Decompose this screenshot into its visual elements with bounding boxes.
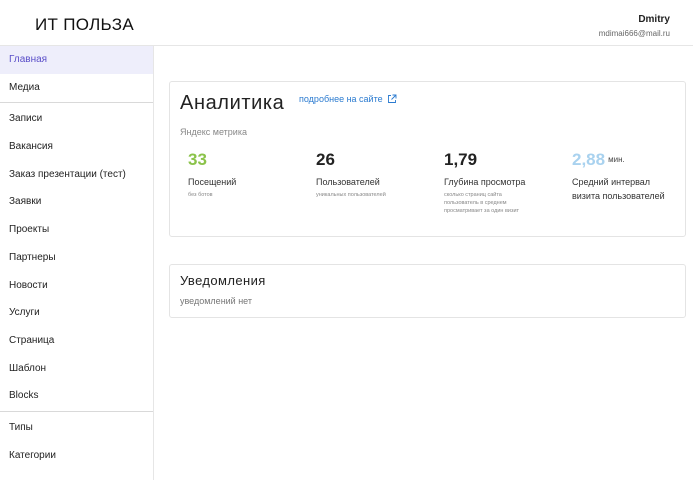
sidebar-item-media[interactable]: Медиа xyxy=(0,74,153,102)
stat-users: 26 Пользователей уникальных пользователе… xyxy=(316,150,436,199)
user-email: mdimai666@mail.ru xyxy=(598,29,670,38)
sidebar-item-types[interactable]: Типы xyxy=(0,414,153,442)
sidebar-item-requests[interactable]: Заявки xyxy=(0,188,153,216)
stat-depth: 1,79 Глубина просмотра сколько страниц с… xyxy=(444,150,536,215)
sidebar-item-template[interactable]: Шаблон xyxy=(0,355,153,383)
sidebar-item-categories[interactable]: Категории xyxy=(0,442,153,470)
sidebar-item-vacancy[interactable]: Вакансия xyxy=(0,133,153,161)
user-menu[interactable]: Dmitry mdimai666@mail.ru xyxy=(599,14,670,40)
stat-label: Посещений xyxy=(188,177,237,187)
notifications-title: Уведомления xyxy=(180,273,266,288)
stat-value: 2,88 мин. xyxy=(572,150,672,170)
sidebar-divider xyxy=(0,102,153,104)
stat-label: Пользователей xyxy=(316,177,380,187)
sidebar-item-partners[interactable]: Партнеры xyxy=(0,244,153,272)
metrica-source-label: Яндекс метрика xyxy=(180,127,247,137)
stat-value: 26 xyxy=(316,150,335,169)
main-content: Аналитика подробнее на сайте Яндекс метр… xyxy=(154,46,693,480)
stat-sub: уникальных пользователей xyxy=(316,192,386,198)
sidebar-item-services[interactable]: Услуги xyxy=(0,299,153,327)
sidebar-item-home[interactable]: Главная xyxy=(0,46,153,74)
stat-value: 33 xyxy=(188,150,207,169)
stat-avg-interval: 2,88 мин. Средний интервал визита пользов… xyxy=(572,150,672,203)
sidebar-item-posts[interactable]: Записи xyxy=(0,105,153,133)
more-link-label: подробнее на сайте xyxy=(299,94,383,104)
sidebar-item-page[interactable]: Страница xyxy=(0,327,153,355)
stat-sub: сколько страниц сайта пользователь в сре… xyxy=(444,192,520,214)
stat-label: Глубина просмотра xyxy=(444,177,526,187)
sidebar: Главная Медиа Записи Вакансия Заказ през… xyxy=(0,46,154,480)
notifications-empty-text: уведомлений нет xyxy=(180,296,253,306)
stat-value-number: 2,88 xyxy=(572,150,606,169)
stat-value: 1,79 xyxy=(444,150,478,169)
stat-sub: без ботов xyxy=(188,192,213,198)
sidebar-item-news[interactable]: Новости xyxy=(0,272,153,300)
sidebar-item-projects[interactable]: Проекты xyxy=(0,216,153,244)
analytics-title: Аналитика xyxy=(180,92,285,114)
stat-unit: мин. xyxy=(608,155,625,164)
more-on-site-link[interactable]: подробнее на сайте xyxy=(299,94,397,104)
stat-visits: 33 Посещений без ботов xyxy=(188,150,308,199)
sidebar-divider xyxy=(0,410,153,412)
top-header: ИТ ПОЛЬЗА Dmitry mdimai666@mail.ru xyxy=(0,0,693,46)
stat-label: Средний интервал визита пользователей xyxy=(572,177,665,201)
analytics-card: Аналитика подробнее на сайте Яндекс метр… xyxy=(169,81,686,237)
sidebar-item-blocks[interactable]: Blocks xyxy=(0,382,153,410)
user-name: Dmitry xyxy=(638,14,670,25)
notifications-card: Уведомления уведомлений нет xyxy=(169,264,686,318)
sidebar-item-presentation-order[interactable]: Заказ презентации (тест) xyxy=(0,161,153,189)
app-logo[interactable]: ИТ ПОЛЬЗА xyxy=(35,15,134,35)
external-link-icon xyxy=(388,94,397,103)
